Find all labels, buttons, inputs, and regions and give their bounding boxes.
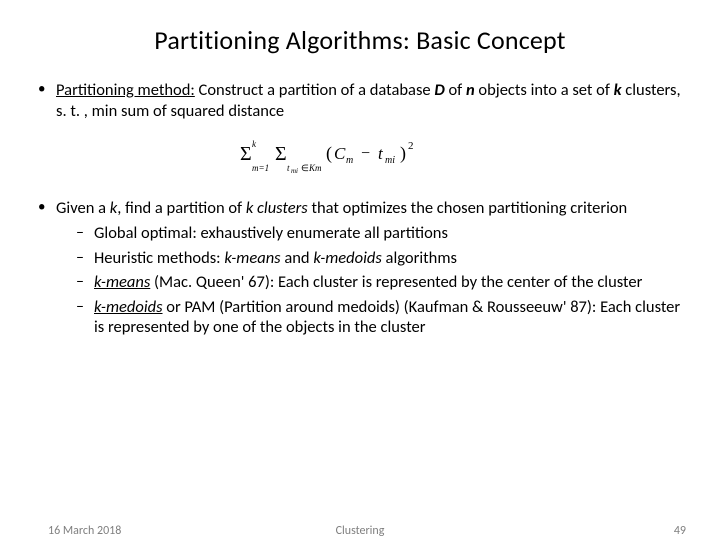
bullet-list-2: Given a k, find a partition of k cluster…: [34, 198, 686, 338]
b1-a: Construct a partition of a database: [195, 80, 435, 100]
s2k: k-means: [224, 248, 280, 268]
svg-text:Km: Km: [308, 163, 322, 173]
s2m: k-medoids: [313, 248, 382, 268]
formula: Σ k m=1 Σ t mi ∈ Km ( C m − t mi ) 2: [34, 135, 686, 180]
svg-text:2: 2: [408, 140, 414, 152]
s4r: or PAM (Partition around medoids) (Kaufm…: [94, 297, 680, 338]
sub-list: Global optimal: exhaustively enumerate a…: [74, 223, 686, 338]
sub-2: Heuristic methods: k-means and k-medoids…: [74, 248, 686, 269]
svg-text:mi: mi: [385, 155, 395, 166]
svg-text:t: t: [378, 144, 384, 163]
bullet-1: Partitioning method: Construct a partiti…: [34, 80, 686, 121]
svg-text:∈: ∈: [301, 163, 309, 173]
b1-lead: Partitioning method:: [56, 80, 195, 100]
svg-text:t: t: [287, 163, 290, 173]
s3r: (Mac. Queen' 67): Each cluster is repres…: [150, 272, 642, 292]
b1-c: objects into a set of: [475, 80, 614, 100]
footer-center: Clustering: [0, 524, 720, 538]
b2-kc: k clusters: [246, 198, 308, 218]
bullet-2: Given a k, find a partition of k cluster…: [34, 198, 686, 338]
svg-text:Σ: Σ: [275, 143, 287, 165]
s2b: and: [281, 248, 314, 268]
s3k: k-means: [94, 272, 150, 292]
sub-4: k-medoids or PAM (Partition around medoi…: [74, 297, 686, 338]
b1-n: n: [466, 80, 475, 100]
svg-text:m: m: [346, 155, 353, 166]
svg-text:): ): [400, 143, 406, 164]
svg-text:−: −: [361, 145, 370, 162]
b1-D: D: [434, 80, 444, 100]
svg-text:mi: mi: [291, 167, 298, 175]
svg-text:(: (: [326, 143, 332, 164]
bullet-list: Partitioning method: Construct a partiti…: [34, 80, 686, 121]
b2-mid: , find a partition of: [117, 198, 246, 218]
svg-text:m=1: m=1: [252, 163, 269, 173]
b2-pre: Given a: [56, 198, 110, 218]
footer-page: 49: [674, 524, 686, 538]
svg-text:k: k: [252, 139, 257, 149]
b2-post: that optimizes the chosen partitioning c…: [308, 198, 628, 218]
b1-b: of: [445, 80, 466, 100]
slide-title: Partitioning Algorithms: Basic Concept: [34, 24, 686, 56]
s2a: Heuristic methods:: [94, 248, 224, 268]
svg-text:Σ: Σ: [240, 143, 252, 165]
s2c: algorithms: [382, 248, 457, 268]
sub-3: k-means (Mac. Queen' 67): Each cluster i…: [74, 272, 686, 293]
b1-k: k: [614, 80, 622, 100]
svg-text:C: C: [334, 144, 346, 163]
sub-1: Global optimal: exhaustively enumerate a…: [74, 223, 686, 244]
s4k: k-medoids: [94, 297, 163, 317]
